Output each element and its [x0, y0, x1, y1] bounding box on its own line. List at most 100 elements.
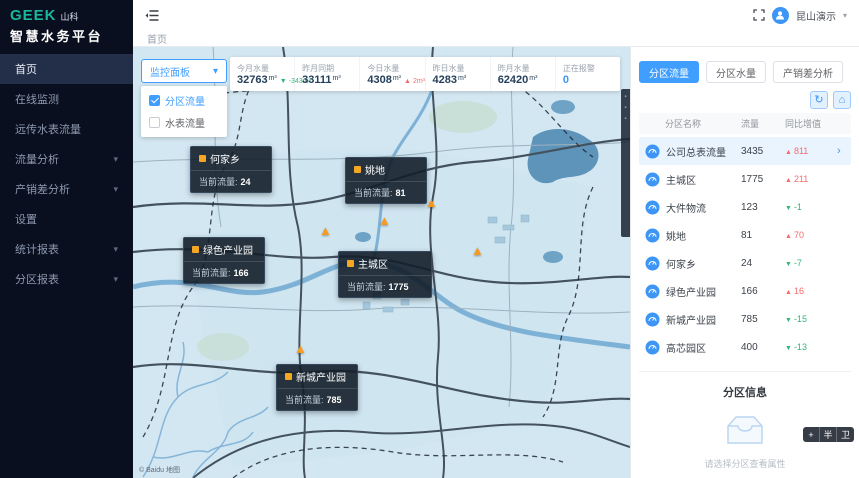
username-text[interactable]: 昆山演示 — [796, 8, 836, 23]
zone-name: 高芯园区 — [666, 340, 741, 355]
layer-panel-card: 分区流量 水表流量 — [141, 86, 227, 137]
map-side-strip[interactable]: ▪ ▪ ▪ — [621, 89, 630, 237]
zone-name: 大件物流 — [666, 200, 741, 215]
zone-table-header: 分区名称 流量 同比增值 — [639, 113, 851, 134]
zone-tooltip[interactable]: 何家乡 当前流量:24 — [190, 146, 272, 193]
sidebar-item-statistics-report[interactable]: 统计报表 ▾ — [0, 234, 133, 264]
meter-icon — [645, 284, 660, 299]
sidebar-item-zone-report[interactable]: 分区报表 ▾ — [0, 264, 133, 294]
logo-geek-text: GEEK — [10, 7, 57, 24]
sidebar-item-nrw-analysis[interactable]: 产销差分析 ▾ — [0, 174, 133, 204]
zone-panel-tabs: 分区流量 分区水量 产销差分析 — [639, 61, 851, 83]
sidebar-item-settings[interactable]: 设置 — [0, 204, 133, 234]
table-row[interactable]: 高芯园区 400 -13 — [639, 333, 851, 361]
zone-name: 公司总表流量 — [666, 144, 741, 159]
meter-icon — [645, 312, 660, 327]
checkbox-zone-flow[interactable]: 分区流量 — [149, 93, 219, 108]
user-menu-caret-icon[interactable]: ▾ — [843, 11, 847, 20]
map-marker-icon[interactable]: ▲ — [319, 223, 332, 238]
zone-info-section: 分区信息 请选择分区查看属性 — [639, 371, 851, 478]
zone-flow-value: 166 — [741, 286, 785, 297]
chevron-down-icon: ▾ — [113, 274, 118, 285]
meter-icon — [645, 340, 660, 355]
stats-bar: 今月水量 32763m³-343m³ 昨月同期 33111m³ 今日水量 430… — [230, 57, 620, 91]
table-row[interactable]: 主城区 1775 211 — [639, 165, 851, 193]
breadcrumb-home[interactable]: 首页 — [147, 31, 167, 46]
zone-delta-value: 811 — [785, 146, 837, 156]
chevron-down-icon: ▾ — [113, 154, 118, 165]
zone-tooltip[interactable]: 姚地 当前流量:81 — [345, 157, 427, 204]
table-row[interactable]: 大件物流 123 -1 — [639, 193, 851, 221]
satellite-toggle-button[interactable]: 卫 — [837, 427, 854, 442]
map-marker-icon[interactable]: ▲ — [294, 341, 307, 356]
main-content: 今月水量 32763m³-343m³ 昨月同期 33111m³ 今日水量 430… — [133, 47, 859, 478]
checkbox-icon — [149, 95, 160, 106]
stat-month-volume: 今月水量 32763m³-343m³ — [230, 57, 295, 91]
zone-delta-value: 70 — [785, 230, 837, 240]
home-button[interactable]: ⌂ — [833, 91, 851, 109]
zone-delta-value: 211 — [785, 174, 837, 184]
zone-name: 主城区 — [666, 172, 741, 187]
refresh-icon: ↻ — [814, 95, 823, 106]
table-row[interactable]: 何家乡 24 -7 — [639, 249, 851, 277]
zone-name: 姚地 — [666, 228, 741, 243]
zone-name: 绿色产业园 — [666, 284, 741, 299]
zone-name: 新城产业园 — [666, 312, 741, 327]
meter-icon — [645, 200, 660, 215]
tab-zone-flow[interactable]: 分区流量 — [639, 61, 699, 83]
layer-panel-dropdown[interactable]: 监控面板 ▾ — [141, 59, 227, 83]
zone-flow-value: 785 — [741, 314, 785, 325]
zone-panel-tools: ↻ ⌂ — [639, 91, 851, 109]
sidebar: GEEK 山科 智慧水务平台 首页 在线监测 远传水表流量 流量分析 ▾ 产销差… — [0, 0, 133, 478]
table-row[interactable]: 姚地 81 70 — [639, 221, 851, 249]
zone-table: 公司总表流量 3435 811 › 主城区 1775 211 大件物流 123 … — [639, 137, 851, 361]
app-title: 智慧水务平台 — [10, 26, 123, 45]
table-row[interactable]: 新城产业园 785 -15 — [639, 305, 851, 333]
sidebar-item-home[interactable]: 首页 — [0, 54, 133, 84]
zone-name: 何家乡 — [666, 256, 741, 271]
zone-delta-value: -15 — [785, 314, 837, 324]
chevron-down-icon: ▾ — [113, 184, 118, 195]
checkbox-meter-flow[interactable]: 水表流量 — [149, 115, 219, 130]
zone-flow-value: 3435 — [741, 146, 785, 157]
breadcrumb: 首页 — [133, 30, 859, 47]
sidebar-item-online-monitor[interactable]: 在线监测 — [0, 84, 133, 114]
tab-nrw-analysis[interactable]: 产销差分析 — [773, 61, 843, 83]
home-icon: ⌂ — [839, 95, 846, 106]
map-container[interactable]: 今月水量 32763m³-343m³ 昨月同期 33111m³ 今日水量 430… — [133, 47, 630, 478]
refresh-button[interactable]: ↻ — [810, 91, 828, 109]
zone-delta-value: -1 — [785, 202, 837, 212]
meter-icon — [645, 144, 660, 159]
zoom-in-button[interactable]: + — [803, 427, 820, 442]
app-logo: GEEK 山科 智慧水务平台 — [0, 0, 133, 50]
sidebar-collapse-button[interactable] — [145, 10, 159, 21]
table-row[interactable]: 绿色产业园 166 16 — [639, 277, 851, 305]
sidebar-item-remote-meter-flow[interactable]: 远传水表流量 — [0, 114, 133, 144]
zone-flow-value: 400 — [741, 342, 785, 353]
map-marker-icon[interactable]: ▲ — [471, 243, 484, 258]
tab-zone-volume[interactable]: 分区水量 — [706, 61, 766, 83]
fullscreen-button[interactable] — [753, 9, 765, 21]
marker-dot-icon — [354, 166, 361, 173]
zone-tooltip[interactable]: 主城区 当前流量:1775 — [338, 251, 432, 298]
zone-flow-value: 1775 — [741, 174, 785, 185]
zone-tooltip[interactable]: 绿色产业园 当前流量:166 — [183, 237, 265, 284]
map-toolbar: + 半 卫 — [803, 427, 854, 442]
stat-yesterday-volume: 昨日水量 4283m³ — [426, 57, 491, 91]
stat-last-month-same-period: 昨月同期 33111m³ — [295, 57, 360, 91]
user-icon — [775, 10, 785, 20]
zone-flow-value: 81 — [741, 230, 785, 241]
topbar: 昆山演示 ▾ — [133, 0, 859, 30]
chevron-down-icon: ▾ — [213, 66, 218, 77]
zone-tooltip[interactable]: 新城产业园 当前流量:785 — [276, 364, 358, 411]
sidebar-item-flow-analysis[interactable]: 流量分析 ▾ — [0, 144, 133, 174]
split-screen-button[interactable]: 半 — [820, 427, 837, 442]
table-row[interactable]: 公司总表流量 3435 811 › — [639, 137, 851, 165]
stat-active-alarms: 正在报警 0 — [556, 57, 620, 91]
user-avatar[interactable] — [772, 7, 789, 24]
meter-icon — [645, 228, 660, 243]
marker-dot-icon — [199, 155, 206, 162]
map-layer-panel: 监控面板 ▾ 分区流量 水表流量 — [141, 59, 227, 137]
zone-flow-value: 123 — [741, 202, 785, 213]
map-marker-icon[interactable]: ▲ — [378, 213, 391, 228]
